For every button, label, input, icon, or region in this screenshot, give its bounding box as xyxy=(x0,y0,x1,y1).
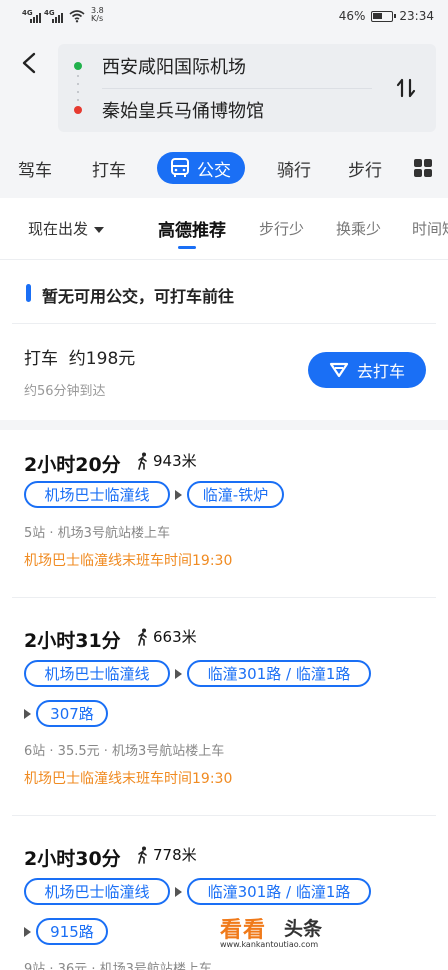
speed-unit: K/s xyxy=(91,14,104,23)
notice-banner: 暂无可用公交，可打车前往 xyxy=(0,262,448,324)
route-header: 西安咸阳国际机场 秦始皇兵马俑博物馆 xyxy=(0,34,448,138)
caret-down-icon xyxy=(94,226,105,233)
status-left: 4G 4G 3.8 K/s xyxy=(22,7,104,23)
depart-time-label: 现在出发 xyxy=(28,220,89,238)
battery-icon xyxy=(371,10,397,22)
battery-percent: 46% xyxy=(338,9,366,23)
line-chip[interactable]: 机场巴士临潼线 xyxy=(24,660,170,687)
taxi-card[interactable]: 打车 约198元 约56分钟到达 去打车 xyxy=(0,324,448,420)
line-chip[interactable]: 临潼-铁炉 xyxy=(187,481,284,508)
filter-less-walk[interactable]: 步行少 xyxy=(259,218,304,239)
destination-text: 秦始皇兵马俑博物馆 xyxy=(102,101,264,122)
notice-text: 暂无可用公交，可打车前往 xyxy=(42,287,235,306)
destination-dot-icon xyxy=(74,106,82,114)
depart-time-dropdown[interactable]: 现在出发 xyxy=(28,218,105,239)
signal-label: 4G xyxy=(44,9,55,17)
wifi-icon xyxy=(69,10,85,23)
tab-walk[interactable]: 步行 xyxy=(348,138,382,198)
origin-field[interactable]: 西安咸阳国际机场 xyxy=(58,44,378,88)
notice-marker xyxy=(26,284,31,302)
walk-icon xyxy=(138,452,147,470)
filter-less-transfer[interactable]: 换乘少 xyxy=(336,218,381,239)
destination-field[interactable]: 秦始皇兵马俑博物馆 xyxy=(58,88,378,132)
line-chip[interactable]: 临潼301路 / 临潼1路 xyxy=(187,660,371,687)
arrow-right-icon xyxy=(175,669,182,679)
tab-ride[interactable]: 骑行 xyxy=(277,138,311,198)
line-chip[interactable]: 307路 xyxy=(36,700,108,727)
tab-drive[interactable]: 驾车 xyxy=(18,138,52,198)
route-card[interactable]: 2小时31分 663米 机场巴士临潼线 临潼301路 / 临潼1路 307路 6… xyxy=(0,598,448,816)
origin-text: 西安咸阳国际机场 xyxy=(102,57,246,78)
walk-icon xyxy=(138,628,147,646)
route-meta: 5站 · 机场3号航站楼上车 xyxy=(24,526,170,541)
tab-taxi[interactable]: 打车 xyxy=(92,138,126,198)
taxi-logo-icon xyxy=(329,362,349,378)
more-modes-button[interactable] xyxy=(414,138,432,198)
line-chip[interactable]: 915路 xyxy=(36,918,108,945)
clock: 23:34 xyxy=(399,9,434,23)
status-right: 46% 23:34 xyxy=(339,9,434,23)
watermark-url: www.kankantoutiao.com xyxy=(220,940,319,949)
status-bar: 4G 4G 3.8 K/s 46% 23:34 xyxy=(0,0,448,34)
walk-distance: 778米 xyxy=(136,844,197,865)
line-chip[interactable]: 临潼301路 / 临潼1路 xyxy=(187,878,371,905)
walk-icon xyxy=(138,846,147,864)
walk-value: 663米 xyxy=(153,628,197,646)
walk-distance: 943米 xyxy=(136,450,197,471)
taxi-eta: 约56分钟到达 xyxy=(24,384,106,399)
tab-bus-label: 公交 xyxy=(197,160,231,181)
route-meta: 6站 · 35.5元 · 机场3号航站楼上车 xyxy=(24,744,225,759)
route-box: 西安咸阳国际机场 秦始皇兵马俑博物馆 xyxy=(58,44,436,132)
filter-time-short[interactable]: 时间短 xyxy=(412,218,448,239)
route-duration: 2小时30分 xyxy=(24,848,121,870)
route-card[interactable]: 2小时20分 943米 机场巴士临潼线 临潼-铁炉 5站 · 机场3号航站楼上车… xyxy=(0,430,448,598)
watermark-toutiao: 头条 xyxy=(284,918,323,940)
walk-value: 943米 xyxy=(153,452,197,470)
grid-icon xyxy=(414,159,432,177)
swap-icon xyxy=(396,78,416,98)
walk-value: 778米 xyxy=(153,846,197,864)
filter-bar: 现在出发 高德推荐 步行少 换乘少 时间短 xyxy=(0,198,448,260)
route-warning: 机场巴士临潼线末班车时间19:30 xyxy=(24,771,233,787)
signal-label: 4G xyxy=(22,9,33,17)
route-warning: 机场巴士临潼线末班车时间19:30 xyxy=(24,553,233,569)
filter-recommend[interactable]: 高德推荐 xyxy=(158,216,226,241)
line-chip[interactable]: 机场巴士临潼线 xyxy=(24,878,170,905)
route-duration: 2小时20分 xyxy=(24,454,121,476)
signal-icon: 4G xyxy=(44,9,63,23)
back-button[interactable] xyxy=(14,48,44,78)
route-duration: 2小时31分 xyxy=(24,630,121,652)
origin-dot-icon xyxy=(74,62,82,70)
go-taxi-label: 去打车 xyxy=(356,362,405,381)
walk-distance: 663米 xyxy=(136,626,197,647)
mode-tabs: 驾车 打车 公交 骑行 步行 xyxy=(0,138,448,198)
bus-icon xyxy=(171,158,189,177)
network-speed: 3.8 K/s xyxy=(91,7,104,23)
arrow-right-icon xyxy=(24,709,31,719)
arrow-right-icon xyxy=(175,490,182,500)
watermark-logo: 看看 头条 www.kankantoutiao.com xyxy=(220,912,420,952)
taxi-price: 打车 约198元 xyxy=(24,349,136,369)
signal-icon: 4G xyxy=(22,9,41,23)
tab-bus[interactable]: 公交 xyxy=(157,152,245,184)
back-arrow-icon xyxy=(22,52,36,74)
active-underline xyxy=(178,246,196,249)
section-gap xyxy=(0,420,448,430)
arrow-right-icon xyxy=(24,927,31,937)
route-meta: 9站 · 36元 · 机场3号航站楼上车 xyxy=(24,962,212,970)
line-chip[interactable]: 机场巴士临潼线 xyxy=(24,481,170,508)
swap-button[interactable] xyxy=(390,72,422,104)
arrow-right-icon xyxy=(175,887,182,897)
go-taxi-button[interactable]: 去打车 xyxy=(308,352,426,388)
